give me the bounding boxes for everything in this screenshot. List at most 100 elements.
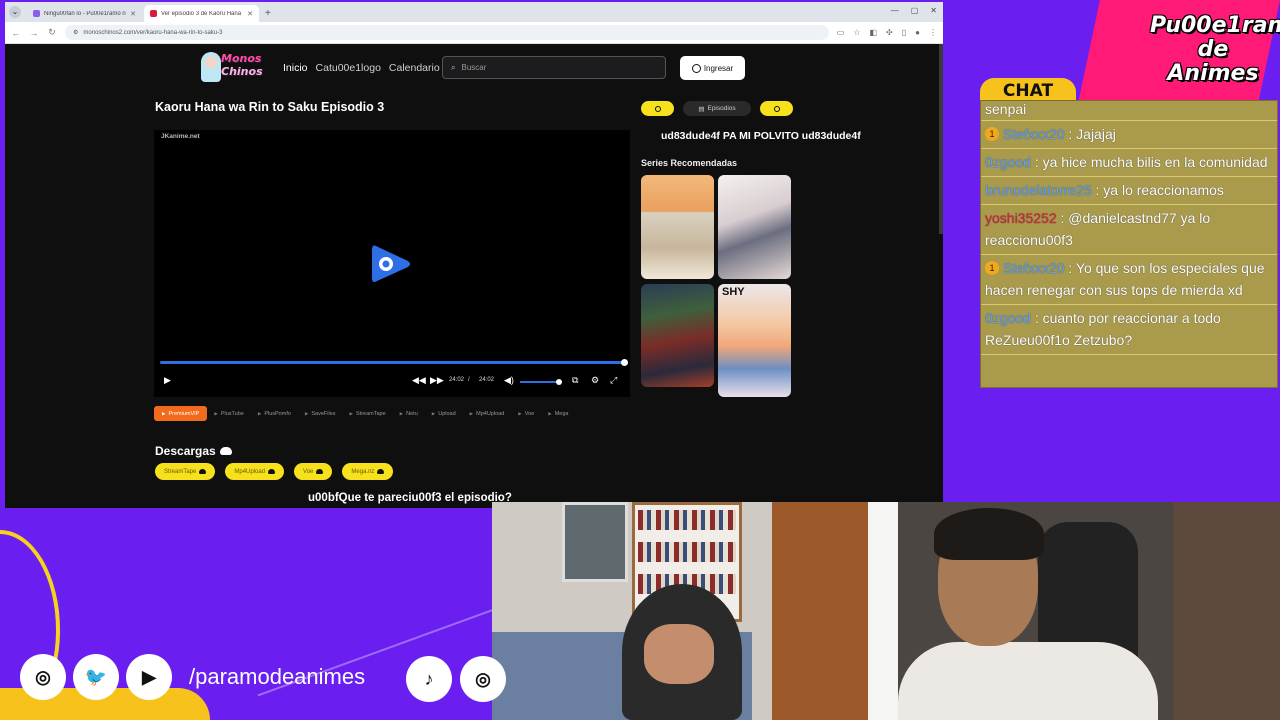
- server-option[interactable]: PlusTube: [207, 406, 251, 421]
- chat-message: senpai: [981, 101, 1277, 121]
- chat-message: yoshi35252 : @danielcastnd77 ya lo reacc…: [981, 205, 1277, 255]
- download-label: Mega.nz: [351, 468, 375, 475]
- extensions-puzzle-icon[interactable]: ✣: [886, 28, 893, 37]
- chat-username[interactable]: yoshi35252: [985, 210, 1057, 226]
- volume-slider[interactable]: [520, 379, 562, 385]
- url-field[interactable]: ⚙ monoschinos2.com/ver/kaoru-hana-wa-rin…: [65, 25, 829, 40]
- site-info-icon[interactable]: ⚙: [73, 29, 78, 36]
- server-option[interactable]: PlusPomfo: [251, 406, 298, 421]
- site-logo[interactable]: Monos Chinos: [201, 50, 271, 84]
- chat-username[interactable]: brunodelatorre25: [985, 182, 1092, 198]
- time-total: 24:02: [479, 377, 495, 383]
- play-icon[interactable]: ▶: [164, 375, 171, 386]
- chat-username[interactable]: Stefxxx20: [1003, 260, 1064, 276]
- server-option[interactable]: PremiumVIP: [154, 406, 208, 421]
- page-scrollbar[interactable]: [939, 44, 943, 234]
- cloud-download-icon: [219, 447, 232, 455]
- search-icon: ⌕: [451, 62, 456, 72]
- list-icon: ▤: [698, 105, 705, 113]
- rewind-icon[interactable]: ◀◀: [412, 375, 426, 386]
- search-box: ⌕: [442, 56, 666, 79]
- reload-icon[interactable]: ↻: [47, 27, 57, 38]
- instagram-icon: ◎: [460, 656, 506, 702]
- download-label: Mp4Upload: [234, 468, 266, 475]
- browser-tab-active[interactable]: Ver episodio 3 de Kaoru Hana ✕: [144, 5, 259, 22]
- download-button[interactable]: Voe: [294, 463, 333, 480]
- cloud-icon: [377, 469, 385, 474]
- pip-icon[interactable]: ⧉: [572, 375, 578, 386]
- user-icon: [691, 63, 701, 73]
- previous-episode-button[interactable]: [641, 101, 674, 116]
- cast-icon[interactable]: ▭: [837, 28, 845, 37]
- server-option[interactable]: SaveFiles: [298, 406, 343, 421]
- nav-calendario[interactable]: Calendario: [389, 62, 440, 74]
- seek-knob[interactable]: [621, 359, 628, 366]
- logo-text: Monos Chinos: [221, 52, 269, 78]
- social-handle: /paramodeanimes: [189, 664, 366, 689]
- server-option[interactable]: Mega: [541, 406, 575, 421]
- download-button[interactable]: StreamTape: [155, 463, 216, 480]
- chat-username[interactable]: Stefxxx20: [1003, 126, 1064, 142]
- recommended-series-card[interactable]: [718, 175, 791, 279]
- close-tab-icon[interactable]: ✕: [130, 10, 136, 18]
- time-separator: /: [468, 377, 470, 383]
- tab-search-icon[interactable]: ⌄: [9, 6, 21, 18]
- minimize-icon[interactable]: —: [891, 6, 899, 15]
- maximize-icon[interactable]: ▢: [911, 6, 919, 15]
- nav-inicio[interactable]: Inicio: [283, 62, 308, 74]
- server-option[interactable]: Mp4Upload: [463, 406, 512, 421]
- volume-knob[interactable]: [556, 379, 562, 385]
- extension-icon[interactable]: ◧: [869, 28, 877, 37]
- instagram-icon: ◎: [20, 654, 66, 700]
- forward-icon[interactable]: ▶▶: [430, 375, 444, 386]
- fullscreen-icon[interactable]: ⤢: [610, 375, 617, 386]
- recommended-series-card[interactable]: [641, 175, 714, 279]
- recommended-series-card[interactable]: [641, 284, 714, 387]
- back-icon[interactable]: ←: [11, 28, 21, 38]
- close-tab-icon[interactable]: ✕: [247, 10, 253, 18]
- volume-icon[interactable]: ◀): [504, 375, 514, 386]
- login-button[interactable]: Ingresar: [680, 56, 745, 80]
- next-episode-button[interactable]: [760, 101, 793, 116]
- address-bar: ← → ↻ ⚙ monoschinos2.com/ver/kaoru-hana-…: [5, 22, 943, 44]
- cam-person-hair: [934, 508, 1044, 560]
- download-button[interactable]: Mp4Upload: [225, 463, 285, 480]
- server-option[interactable]: Upload: [425, 406, 463, 421]
- episode-title: Kaoru Hana wa Rin to Saku Episodio 3: [155, 100, 385, 114]
- chat-text: senpai: [985, 101, 1027, 117]
- bookmark-star-icon[interactable]: ☆: [853, 28, 860, 37]
- seek-bar[interactable]: [160, 359, 628, 366]
- download-button[interactable]: Mega.nz: [342, 463, 394, 480]
- chat-message: 1 Stefxxx20 : Yo que son los especiales q…: [981, 255, 1277, 305]
- channel-logo: Pu00e1ramo de Animes: [1150, 14, 1280, 86]
- menu-kebab-icon[interactable]: ⋮: [929, 28, 937, 37]
- browser-tab[interactable]: Ningu00fan lo - Pu00e1ramo no ga ✕: [27, 5, 142, 22]
- search-input[interactable]: [461, 63, 642, 72]
- download-label: StreamTape: [164, 468, 197, 475]
- chat-username[interactable]: 0zgood: [985, 154, 1031, 170]
- nav-catalogo[interactable]: Catu00e1logo: [316, 62, 381, 74]
- server-option[interactable]: Netu: [393, 406, 425, 421]
- logo-line1: Monos: [221, 52, 262, 65]
- episodes-list-button[interactable]: ▤ Episodios: [683, 101, 751, 116]
- big-play-icon[interactable]: [368, 242, 412, 286]
- recommended-series-card[interactable]: SHY: [718, 284, 791, 397]
- subscriber-badge-icon: 1: [985, 261, 999, 275]
- server-list: PremiumVIPPlusTubePlusPomfoSaveFilesStre…: [154, 406, 575, 421]
- server-option[interactable]: StreamTape: [343, 406, 393, 421]
- settings-gear-icon[interactable]: ⚙: [591, 375, 599, 386]
- server-option[interactable]: Voe: [511, 406, 541, 421]
- chat-message: 1 Stefxxx20 : Jajajaj: [981, 121, 1277, 149]
- chat-username[interactable]: 0zgood: [985, 310, 1031, 326]
- forward-icon[interactable]: →: [29, 28, 39, 38]
- chat-text: : ya hice mucha bilis en la comunidad: [1034, 154, 1268, 170]
- cam-wall: [868, 502, 898, 720]
- close-window-icon[interactable]: ✕: [930, 6, 937, 15]
- chat-panel: senpai 1 Stefxxx20 : Jajajaj 0zgood : ya hi…: [980, 100, 1278, 388]
- episode-question: u00bfQue te pareciu00f3 el episodio?: [308, 492, 512, 504]
- profile-icon[interactable]: ●: [915, 28, 920, 37]
- video-player[interactable]: JKanime.net ▶ ◀◀ ▶▶ 24:02 / 24:02 ◀) ⧉ ⚙…: [154, 130, 630, 397]
- twitter-icon: 🐦: [73, 654, 119, 700]
- sidebar-icon[interactable]: ▯: [902, 28, 906, 37]
- new-tab-icon[interactable]: +: [265, 8, 271, 19]
